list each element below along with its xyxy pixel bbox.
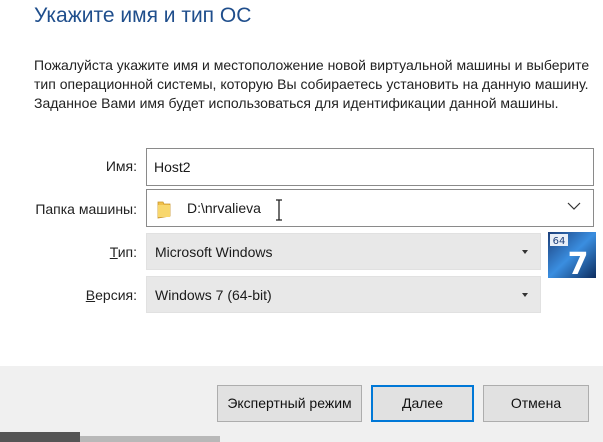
name-value: Host2 (154, 159, 191, 175)
name-field[interactable]: Host2 (146, 148, 594, 186)
text-cursor-icon (276, 199, 282, 221)
page-description: Пожалуйста укажите имя и местоположение … (34, 57, 590, 111)
version-label: Версия: (85, 287, 137, 303)
cancel-button[interactable]: Отмена (483, 385, 589, 422)
svg-text:7: 7 (568, 247, 589, 278)
name-label: Имя: (105, 158, 137, 174)
next-button[interactable]: Далее (371, 385, 474, 422)
folder-label: Папка машины: (35, 201, 137, 217)
type-label: Тип: (109, 244, 137, 260)
type-value: Microsoft Windows (155, 244, 273, 260)
dropdown-arrow-icon (522, 293, 528, 297)
version-value: Windows 7 (64-bit) (155, 287, 272, 303)
dropdown-arrow-icon (522, 250, 528, 254)
version-select[interactable]: Windows 7 (64-bit) (146, 276, 541, 313)
windows-7-64-icon: 64 7 (548, 232, 596, 278)
taskbar-edge (0, 432, 80, 442)
type-select[interactable]: Microsoft Windows (146, 233, 541, 270)
expert-mode-button[interactable]: Экспертный режим (217, 385, 362, 422)
folder-combobox[interactable]: D:\nrvalieva (146, 189, 594, 227)
folder-value: D:\nrvalieva (187, 200, 261, 216)
page-title: Укажите имя и тип ОС (34, 4, 252, 27)
chevron-down-icon[interactable] (567, 201, 581, 211)
folder-icon (157, 201, 171, 219)
svg-text:64: 64 (553, 236, 566, 247)
taskbar-edge (80, 436, 220, 442)
